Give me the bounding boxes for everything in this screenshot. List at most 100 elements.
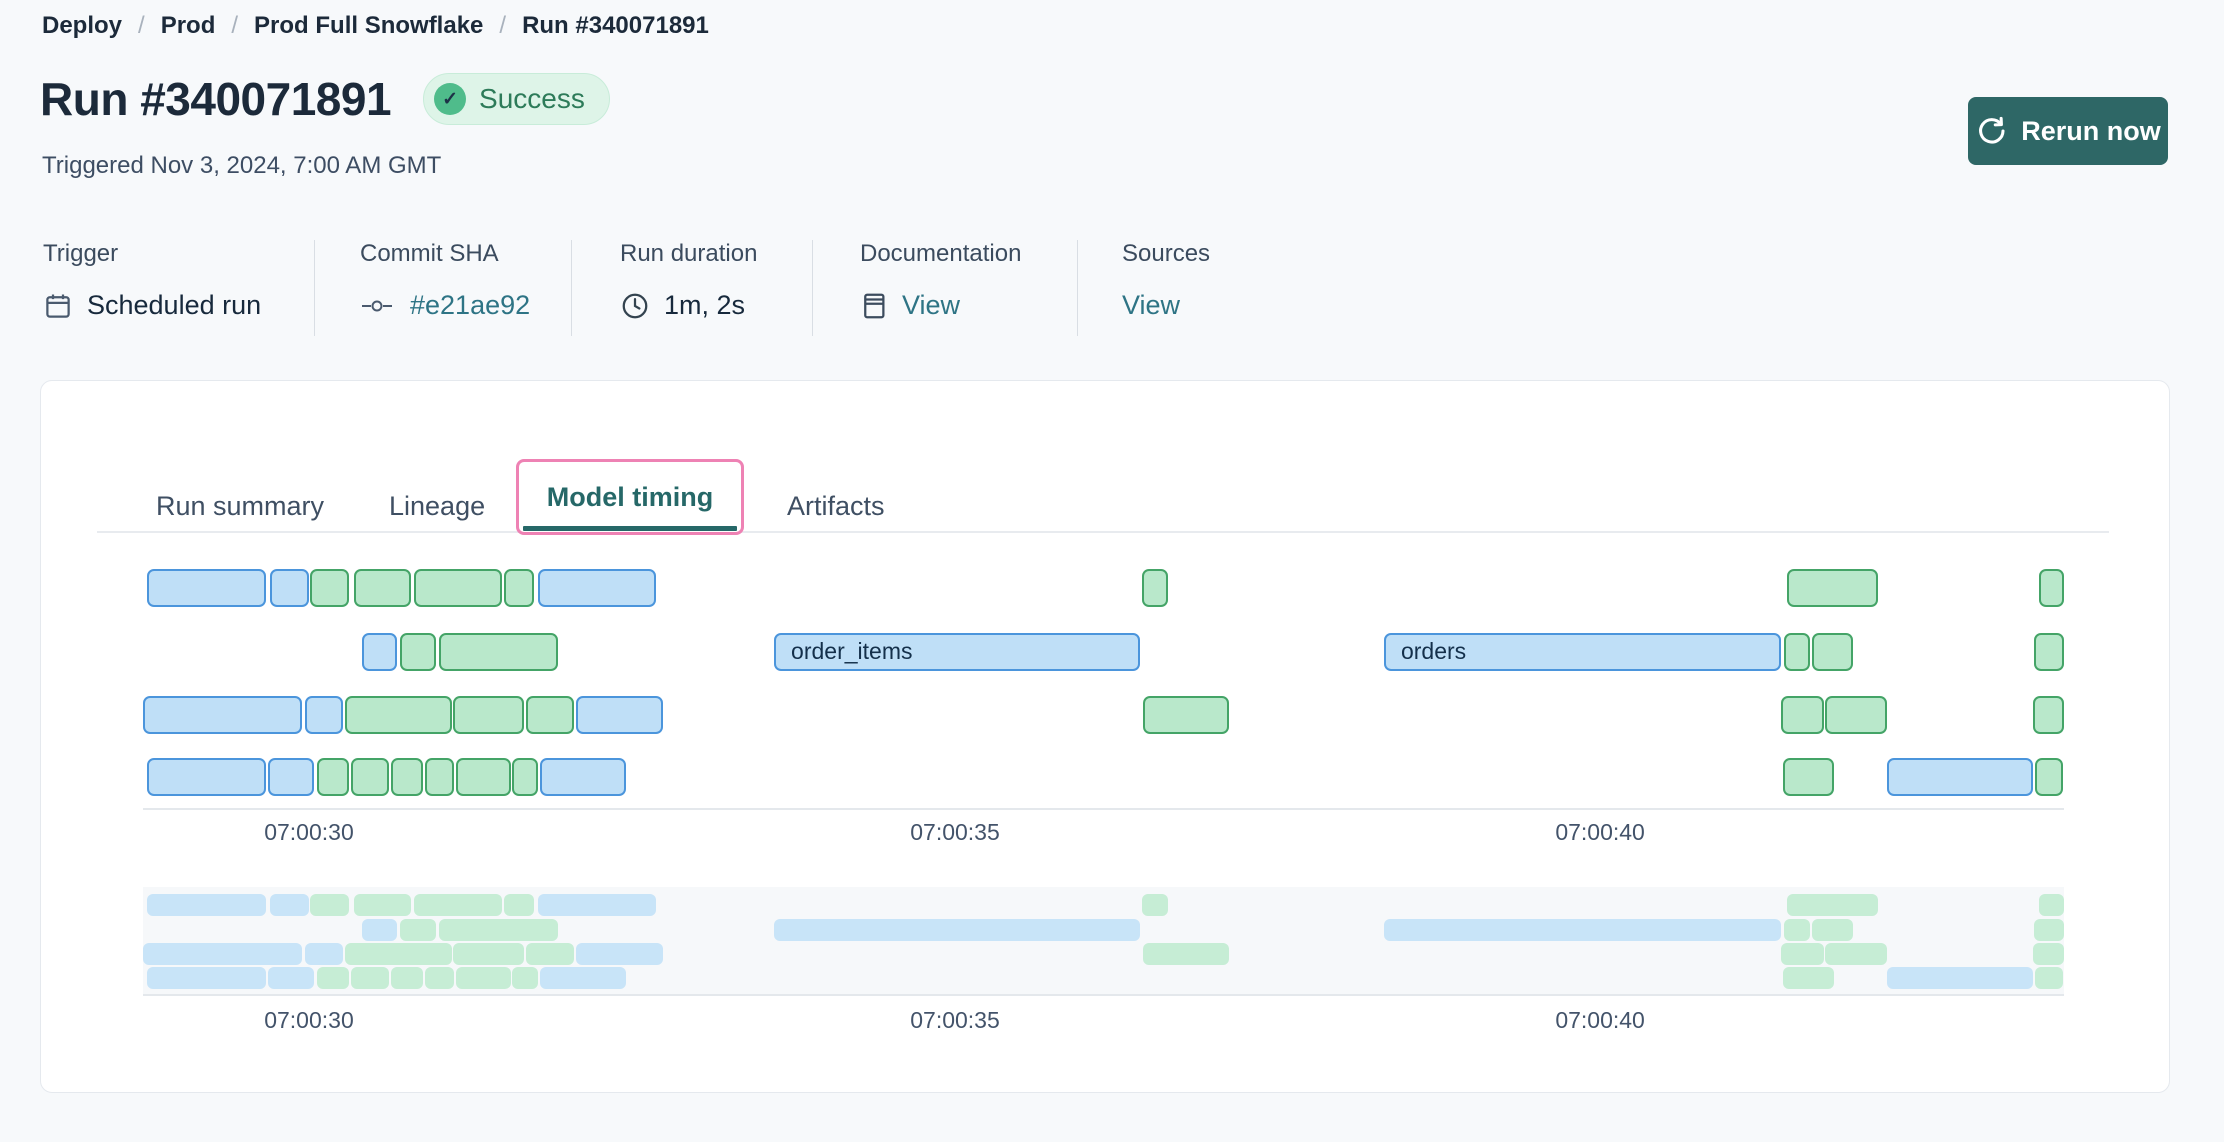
breadcrumb-deploy[interactable]: Deploy <box>42 12 122 40</box>
gantt-bar <box>2035 967 2063 989</box>
gantt-bar[interactable] <box>270 569 309 607</box>
gantt-bar <box>425 967 454 989</box>
gantt-bar[interactable] <box>526 696 574 734</box>
gantt-bar <box>147 967 266 989</box>
tab-artifacts[interactable]: Artifacts <box>787 491 885 522</box>
trigger-value: Scheduled run <box>87 290 261 321</box>
gantt-bar[interactable] <box>414 569 502 607</box>
gantt-bar[interactable] <box>143 696 302 734</box>
breadcrumb-prod[interactable]: Prod <box>161 12 216 40</box>
gantt-bar[interactable] <box>540 758 626 796</box>
page-title: Run #340071891 <box>40 72 391 126</box>
gantt-bar <box>1812 919 1853 941</box>
gantt-bar[interactable] <box>1783 758 1834 796</box>
rerun-now-button[interactable]: Rerun now <box>1968 97 2168 165</box>
commit-icon <box>360 294 396 318</box>
tab-model-timing-label: Model timing <box>547 482 713 513</box>
gantt-bar <box>362 919 397 941</box>
gantt-bar[interactable] <box>504 569 534 607</box>
sources-view-link[interactable]: View <box>1122 290 1180 321</box>
trigger-label: Trigger <box>43 240 314 268</box>
meta-sources: Sources View <box>1078 240 1298 336</box>
gantt-bar[interactable] <box>425 758 454 796</box>
gantt-bar <box>400 919 436 941</box>
gantt-bar-order_items[interactable]: order_items <box>774 633 1140 671</box>
axis-tick: 07:00:30 <box>264 1007 354 1034</box>
gantt-bar[interactable] <box>345 696 452 734</box>
breadcrumb: Deploy / Prod / Prod Full Snowflake / Ru… <box>42 12 709 40</box>
timeline-overview-brush[interactable]: 07:00:3007:00:3507:00:40 <box>143 887 2064 996</box>
gantt-bar[interactable] <box>1143 696 1229 734</box>
gantt-bar[interactable] <box>1887 758 2033 796</box>
axis-tick: 07:00:40 <box>1555 1007 1645 1034</box>
gantt-bar[interactable] <box>2034 633 2064 671</box>
gantt-bar <box>1787 894 1878 916</box>
gantt-bar <box>1784 919 1810 941</box>
gantt-bar <box>391 967 423 989</box>
gantt-bar[interactable] <box>400 633 436 671</box>
gantt-bar[interactable] <box>2039 569 2064 607</box>
breadcrumb-separator: / <box>138 12 145 40</box>
meta-trigger: Trigger Scheduled run <box>40 240 315 336</box>
gantt-bar <box>456 967 511 989</box>
meta-duration: Run duration 1m, 2s <box>572 240 813 336</box>
axis-tick: 07:00:35 <box>910 819 1000 846</box>
gantt-bar[interactable] <box>147 569 266 607</box>
tab-lineage[interactable]: Lineage <box>389 491 485 522</box>
gantt-bar <box>1142 894 1168 916</box>
gantt-bar[interactable] <box>2033 696 2064 734</box>
gantt-bar[interactable] <box>456 758 511 796</box>
tabs-divider <box>97 531 2109 533</box>
breadcrumb-prod-full-snowflake[interactable]: Prod Full Snowflake <box>254 12 483 40</box>
gantt-bar[interactable] <box>512 758 538 796</box>
gantt-bar[interactable] <box>305 696 343 734</box>
documentation-label: Documentation <box>860 240 1077 268</box>
tab-run-summary[interactable]: Run summary <box>156 491 324 522</box>
tab-model-timing[interactable]: Model timing <box>516 459 744 535</box>
gantt-bar[interactable] <box>1784 633 1810 671</box>
gantt-bar[interactable] <box>538 569 656 607</box>
gantt-bar <box>526 943 574 965</box>
gantt-bar[interactable] <box>147 758 266 796</box>
commit-sha-link[interactable]: #e21ae92 <box>410 290 530 321</box>
gantt-bar[interactable] <box>391 758 423 796</box>
gantt-bar <box>2034 919 2064 941</box>
gantt-bar <box>576 943 663 965</box>
overview-axis-line <box>143 994 2064 996</box>
gantt-bar <box>414 894 502 916</box>
sources-label: Sources <box>1122 240 1298 268</box>
status-badge: ✓ Success <box>423 73 610 125</box>
run-detail-card: Run summary Lineage Model timing Artifac… <box>40 380 2170 1093</box>
gantt-bar <box>345 943 452 965</box>
axis-tick: 07:00:30 <box>264 819 354 846</box>
gantt-bar[interactable] <box>1812 633 1853 671</box>
gantt-bar[interactable] <box>268 758 314 796</box>
gantt-bar-orders <box>1384 919 1781 941</box>
gantt-bar[interactable] <box>310 569 349 607</box>
model-timing-gantt[interactable]: order_itemsorders07:00:3007:00:3507:00:4… <box>143 569 2064 859</box>
gantt-bar[interactable] <box>1142 569 1168 607</box>
gantt-bar <box>504 894 534 916</box>
gantt-bar <box>1143 943 1229 965</box>
gantt-bar[interactable] <box>1781 696 1824 734</box>
gantt-bar[interactable] <box>453 696 524 734</box>
meta-commit: Commit SHA #e21ae92 <box>315 240 572 336</box>
gantt-bar <box>512 967 538 989</box>
gantt-bar[interactable] <box>354 569 411 607</box>
gantt-bar[interactable] <box>439 633 558 671</box>
gantt-bar <box>351 967 389 989</box>
gantt-bar[interactable] <box>576 696 663 734</box>
gantt-bar[interactable] <box>351 758 389 796</box>
breadcrumb-separator: / <box>499 12 506 40</box>
gantt-bar <box>147 894 266 916</box>
documentation-view-link[interactable]: View <box>902 290 960 321</box>
gantt-bar[interactable] <box>1787 569 1878 607</box>
gantt-bar[interactable] <box>2035 758 2063 796</box>
gantt-bar <box>1783 967 1834 989</box>
doc-icon <box>860 291 888 321</box>
gantt-bar[interactable] <box>1825 696 1887 734</box>
breadcrumb-current-run: Run #340071891 <box>522 12 709 40</box>
gantt-bar[interactable] <box>317 758 349 796</box>
gantt-bar-orders[interactable]: orders <box>1384 633 1781 671</box>
gantt-bar[interactable] <box>362 633 397 671</box>
